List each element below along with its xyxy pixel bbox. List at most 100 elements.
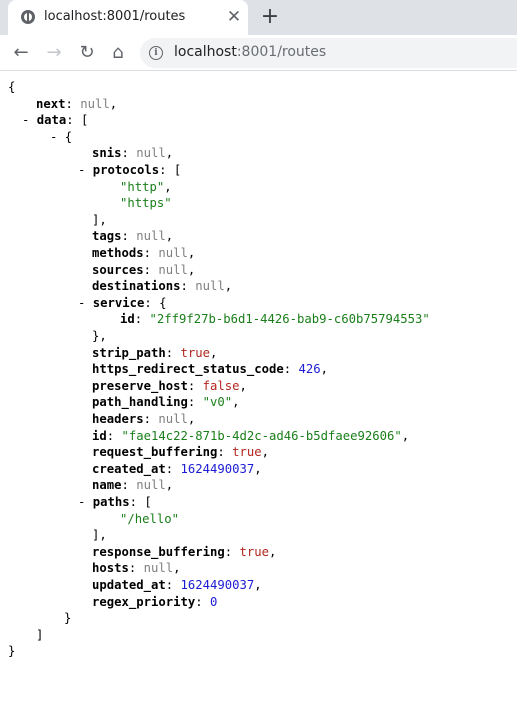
json-value: "v0": [202, 395, 233, 410]
json-key: strip_path: [92, 345, 166, 360]
json-line: regex_priority: 0: [92, 594, 217, 610]
json-value: "fae14c22-871b-4d2c-ad46-b5dfaee92606": [121, 428, 402, 443]
json-colon: :: [121, 229, 137, 244]
json-value: true: [232, 445, 262, 460]
json-line: name: null,: [92, 477, 173, 493]
json-key: hosts: [92, 561, 129, 576]
json-key: tags: [92, 229, 122, 244]
json-key: created_at: [92, 461, 166, 476]
collapse-toggle[interactable]: -: [78, 296, 93, 310]
json-key: methods: [92, 246, 144, 260]
json-line: path_handling: "v0",: [92, 394, 240, 410]
json-line: request_buffering: true,: [92, 444, 269, 460]
json-line: created_at: 1624490037,: [92, 461, 262, 477]
json-comma: ,: [165, 229, 174, 244]
json-comma: ,: [99, 528, 107, 543]
json-line: - protocols: [: [78, 162, 181, 178]
json-comma: ,: [239, 378, 247, 393]
json-line: - data: [: [22, 112, 88, 128]
json-comma: ,: [254, 461, 262, 476]
json-colon: :: [128, 561, 144, 576]
url-text[interactable]: localhost:8001/routes: [174, 44, 326, 60]
json-value: 0: [210, 594, 218, 609]
json-value: null: [158, 412, 188, 426]
json-key: data: [36, 113, 67, 128]
json-bracket: }: [64, 611, 72, 626]
json-value: null: [158, 246, 188, 260]
browser-tab[interactable]: localhost:8001/routes ✕: [8, 0, 248, 35]
json-line: },: [92, 328, 107, 344]
json-line: id: "2ff9f27b-b6d1-4426-bab9-c60b7579455…: [120, 311, 430, 327]
json-colon: :: [224, 544, 240, 559]
json-line: hosts: null,: [92, 560, 181, 576]
json-bracket: {: [159, 295, 167, 310]
json-bracket: [: [81, 113, 89, 128]
json-key: snis: [92, 146, 122, 161]
json-line: - {: [50, 129, 72, 145]
json-bracket: [: [173, 163, 182, 177]
json-colon: :: [144, 295, 160, 310]
json-key: headers: [92, 412, 144, 426]
json-comma: ,: [254, 578, 262, 592]
json-comma: ,: [269, 544, 277, 559]
json-key: updated_at: [92, 578, 166, 592]
json-comma: ,: [401, 428, 410, 443]
collapse-toggle[interactable]: -: [78, 163, 93, 177]
json-comma: ,: [224, 279, 233, 294]
json-colon: :: [143, 262, 159, 277]
json-value: null: [80, 96, 110, 111]
json-comma: ,: [109, 96, 118, 111]
browser-toolbar: ← → ↻ ⌂ i localhost:8001/routes: [0, 35, 517, 71]
json-value: true: [239, 544, 270, 559]
json-key: regex_priority: [92, 594, 196, 609]
json-colon: :: [195, 594, 211, 609]
json-line: ],: [92, 212, 107, 228]
json-line: ],: [92, 527, 107, 543]
json-value: 426: [298, 362, 321, 377]
json-value: false: [202, 378, 240, 393]
close-icon[interactable]: ✕: [224, 7, 244, 27]
json-key: id: [92, 428, 107, 443]
address-bar[interactable]: i localhost:8001/routes: [140, 38, 517, 68]
json-line: ]: [36, 627, 43, 643]
json-line: - service: {: [78, 295, 167, 311]
new-tab-button[interactable]: +: [258, 5, 282, 29]
json-value: 1624490037: [180, 578, 255, 592]
json-colon: :: [180, 279, 196, 294]
json-line: methods: null,: [92, 245, 195, 261]
collapse-toggle[interactable]: -: [50, 130, 65, 144]
json-line: response_buffering: true,: [92, 544, 276, 560]
json-line: strip_path: true,: [92, 345, 217, 361]
json-bracket: }: [8, 644, 16, 659]
json-colon: :: [129, 495, 145, 509]
json-line: preserve_host: false,: [92, 378, 247, 394]
info-icon[interactable]: i: [149, 46, 163, 60]
json-colon: :: [283, 362, 299, 377]
json-comma: ,: [187, 246, 196, 260]
json-line: - paths: [: [78, 494, 152, 510]
back-arrow-icon[interactable]: ←: [8, 40, 34, 66]
json-colon: :: [159, 163, 174, 177]
forward-arrow-icon[interactable]: →: [41, 40, 67, 66]
json-comma: ,: [187, 262, 196, 277]
json-colon: :: [143, 412, 159, 426]
json-line: updated_at: 1624490037,: [92, 577, 262, 593]
json-colon: :: [217, 445, 233, 460]
json-colon: :: [187, 378, 203, 393]
collapse-toggle[interactable]: -: [78, 495, 93, 509]
reload-icon[interactable]: ↻: [74, 40, 100, 66]
json-key: https_redirect_status_code: [92, 362, 284, 377]
collapse-toggle[interactable]: -: [22, 113, 37, 127]
json-key: request_buffering: [92, 445, 218, 460]
json-value: null: [195, 279, 225, 294]
json-comma: ,: [210, 345, 218, 360]
home-icon[interactable]: ⌂: [105, 40, 131, 66]
json-line: sources: null,: [92, 262, 195, 278]
json-colon: :: [165, 461, 181, 476]
json-colon: :: [165, 578, 181, 592]
json-comma: ,: [164, 179, 172, 194]
json-bracket: ]: [36, 627, 44, 642]
json-colon: :: [106, 428, 122, 443]
json-value: "/hello": [120, 511, 180, 526]
json-colon: :: [187, 395, 203, 410]
